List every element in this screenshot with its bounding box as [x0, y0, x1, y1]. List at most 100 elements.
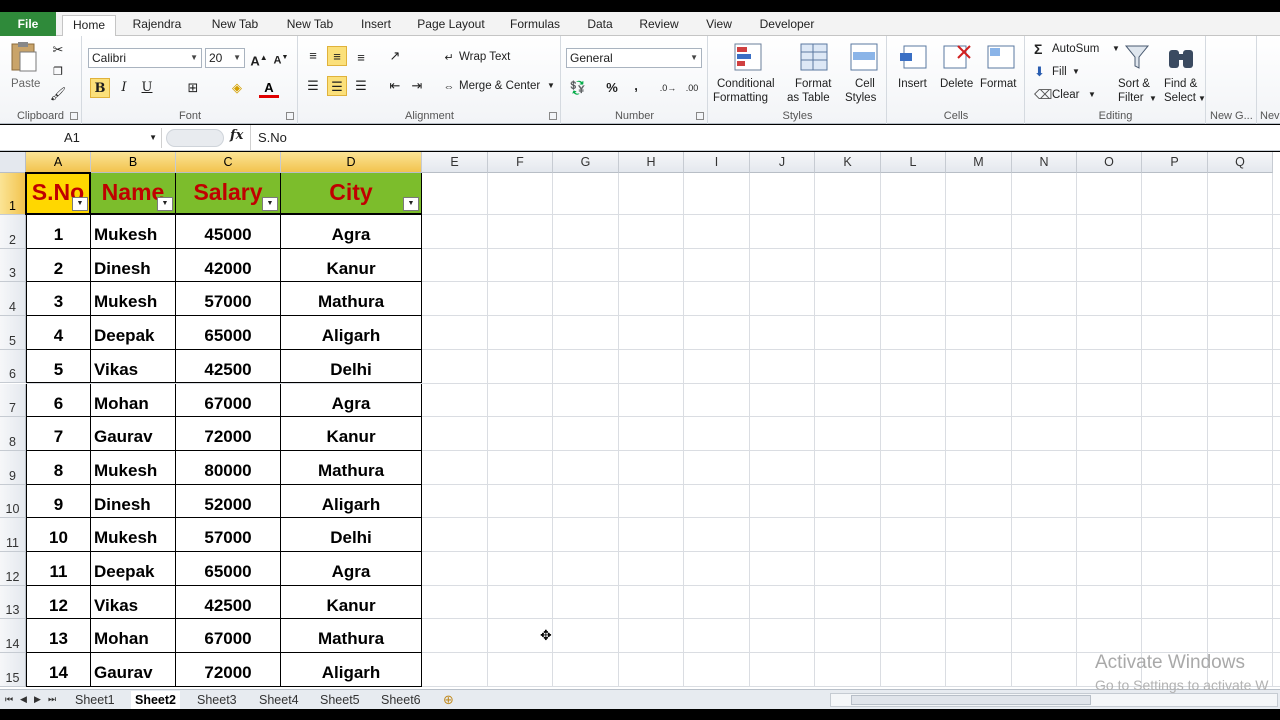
find-select-button[interactable]: Find & Select ▼ — [1160, 40, 1206, 106]
select-all-corner[interactable] — [0, 152, 26, 173]
column-header-j[interactable]: J — [750, 152, 815, 173]
table-cell-sno[interactable]: 8 — [26, 450, 91, 485]
tab-rajendra[interactable]: Rajendra — [124, 15, 190, 36]
horizontal-scrollbar[interactable] — [830, 693, 1278, 707]
table-cell-city[interactable]: Kanur — [281, 417, 422, 451]
table-cell-sno[interactable]: 13 — [26, 619, 91, 654]
table-cell-salary[interactable]: 42500 — [176, 349, 281, 384]
table-cell-city[interactable]: Aligarh — [281, 484, 422, 519]
tab-data[interactable]: Data — [580, 15, 620, 36]
header-cell-city[interactable]: City ▼ — [281, 173, 422, 215]
tab-developer[interactable]: Developer — [752, 15, 822, 36]
delete-cells-button[interactable]: Delete — [938, 40, 978, 106]
table-cell-salary[interactable]: 42000 — [176, 248, 281, 283]
font-color-icon[interactable]: A — [259, 78, 279, 98]
insert-cells-button[interactable]: Insert — [894, 40, 934, 106]
table-cell-sno[interactable]: 9 — [26, 484, 91, 519]
font-size-combo[interactable]: 20 ▼ — [205, 48, 245, 68]
column-header-d[interactable]: D — [281, 152, 422, 173]
next-sheet-icon[interactable]: ▶ — [34, 694, 41, 705]
tab-formulas[interactable]: Formulas — [503, 15, 567, 36]
copy-icon[interactable]: ❐ — [48, 62, 68, 82]
table-cell-city[interactable]: Delhi — [281, 518, 422, 552]
sheet-tab-6[interactable]: Sheet6 — [381, 691, 421, 709]
first-sheet-icon[interactable]: ⏮ — [5, 694, 13, 705]
orientation-icon[interactable]: ↗ — [385, 46, 405, 66]
currency-icon[interactable]: 💱 — [568, 78, 588, 98]
spreadsheet-grid[interactable]: A B C D E F G H I J K L M N O P Q 1 2 3 4 5 6 7 8 9 10 11 12 13 14 15 S.… — [0, 152, 1280, 689]
fill-color-icon[interactable]: ◈ — [227, 78, 247, 98]
table-cell-sno[interactable]: 5 — [26, 349, 91, 384]
column-header-n[interactable]: N — [1012, 152, 1077, 173]
table-cell-sno[interactable]: 2 — [26, 248, 91, 283]
align-center-icon[interactable]: ☰ — [327, 76, 347, 96]
table-cell-salary[interactable]: 57000 — [176, 282, 281, 317]
decrease-indent-icon[interactable]: ⇤ — [385, 76, 405, 96]
conditional-formatting-button[interactable]: Conditional Formatting — [713, 40, 785, 106]
table-cell-salary[interactable]: 72000 — [176, 417, 281, 451]
percent-button[interactable]: % — [602, 78, 622, 98]
table-cell-name[interactable]: Gaurav — [91, 653, 176, 687]
italic-button[interactable]: I — [114, 78, 134, 98]
column-header-k[interactable]: K — [815, 152, 881, 173]
table-cell-sno[interactable]: 10 — [26, 518, 91, 552]
cut-icon[interactable]: ✂ — [48, 40, 68, 60]
cell-styles-button[interactable]: Cell Styles — [845, 40, 885, 106]
row-header-15[interactable]: 15 — [0, 653, 26, 687]
tab-review[interactable]: Review — [634, 15, 684, 36]
row-header-9[interactable]: 9 — [0, 450, 26, 485]
row-header-1[interactable]: 1 — [0, 173, 26, 215]
tab-page-layout[interactable]: Page Layout — [412, 15, 490, 36]
column-header-i[interactable]: I — [684, 152, 750, 173]
table-cell-salary[interactable]: 65000 — [176, 316, 281, 350]
row-header-2[interactable]: 2 — [0, 215, 26, 249]
column-header-h[interactable]: H — [619, 152, 684, 173]
last-sheet-icon[interactable]: ⏭ — [48, 694, 56, 705]
table-cell-sno[interactable]: 3 — [26, 282, 91, 317]
table-cell-sno[interactable]: 6 — [26, 383, 91, 418]
shrink-font-icon[interactable]: A▼ — [271, 48, 291, 68]
table-cell-name[interactable]: Mukesh — [91, 450, 176, 485]
underline-button[interactable]: U — [137, 78, 157, 98]
row-header-6[interactable]: 6 — [0, 349, 26, 384]
alignment-launcher-icon[interactable] — [549, 112, 557, 120]
format-painter-icon[interactable]: 🖌 — [48, 84, 68, 104]
fill-button[interactable]: ⬇ Fill ▼ — [1034, 63, 1094, 81]
column-header-e[interactable]: E — [422, 152, 488, 173]
formula-resize-handle[interactable] — [166, 129, 224, 147]
row-header-12[interactable]: 12 — [0, 552, 26, 586]
bold-button[interactable]: B — [90, 78, 110, 98]
table-cell-city[interactable]: Aligarh — [281, 316, 422, 350]
sheet-tab-2[interactable]: Sheet2 — [131, 691, 180, 709]
column-header-p[interactable]: P — [1142, 152, 1208, 173]
tab-view[interactable]: View — [698, 15, 740, 36]
clear-button[interactable]: ⌫ Clear ▼ — [1034, 86, 1104, 104]
filter-dropdown-icon[interactable]: ▼ — [403, 197, 419, 211]
table-cell-city[interactable]: Mathura — [281, 282, 422, 317]
row-header-11[interactable]: 11 — [0, 518, 26, 552]
table-cell-name[interactable]: Mohan — [91, 619, 176, 654]
filter-dropdown-icon[interactable]: ▼ — [72, 197, 88, 211]
number-format-combo[interactable]: General ▼ — [566, 48, 702, 68]
table-cell-name[interactable]: Deepak — [91, 316, 176, 350]
table-cell-sno[interactable]: 4 — [26, 316, 91, 350]
filter-dropdown-icon[interactable]: ▼ — [157, 197, 173, 211]
table-cell-name[interactable]: Dinesh — [91, 484, 176, 519]
column-header-b[interactable]: B — [91, 152, 176, 173]
header-cell-salary[interactable]: Salary ▼ — [176, 173, 281, 215]
align-right-icon[interactable]: ☰ — [351, 76, 371, 96]
table-cell-city[interactable]: Aligarh — [281, 653, 422, 687]
row-header-7[interactable]: 7 — [0, 383, 26, 418]
row-header-8[interactable]: 8 — [0, 417, 26, 451]
row-header-3[interactable]: 3 — [0, 248, 26, 283]
table-cell-salary[interactable]: 72000 — [176, 653, 281, 687]
column-header-c[interactable]: C — [176, 152, 281, 173]
wrap-text-button[interactable]: ↵ Wrap Text — [439, 48, 549, 68]
column-header-a[interactable]: A — [26, 152, 91, 173]
tab-file[interactable]: File — [0, 12, 56, 36]
column-header-o[interactable]: O — [1077, 152, 1142, 173]
sheet-tab-1[interactable]: Sheet1 — [75, 691, 115, 709]
column-header-g[interactable]: G — [553, 152, 619, 173]
row-header-4[interactable]: 4 — [0, 282, 26, 317]
table-cell-city[interactable]: Mathura — [281, 450, 422, 485]
